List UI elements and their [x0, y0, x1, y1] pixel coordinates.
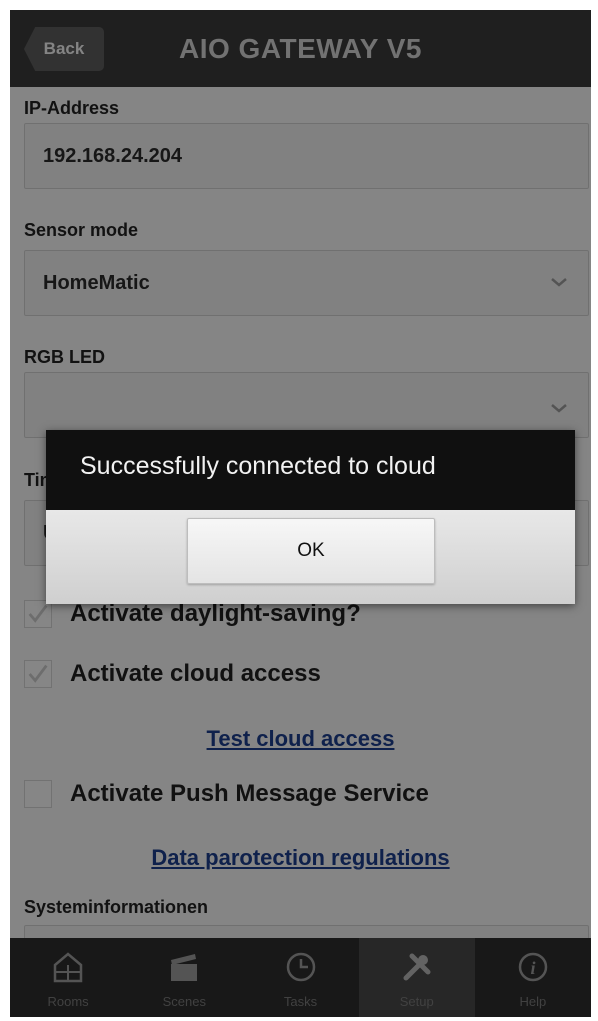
dialog-header: Successfully connected to cloud — [46, 430, 575, 510]
dialog-message: Successfully connected to cloud — [80, 452, 436, 480]
app-screen: AIO GATEWAY V5 Back IP-Address 192.168.2… — [10, 10, 591, 1017]
ok-button[interactable]: OK — [187, 518, 435, 584]
alert-dialog: Successfully connected to cloud OK — [46, 430, 575, 604]
